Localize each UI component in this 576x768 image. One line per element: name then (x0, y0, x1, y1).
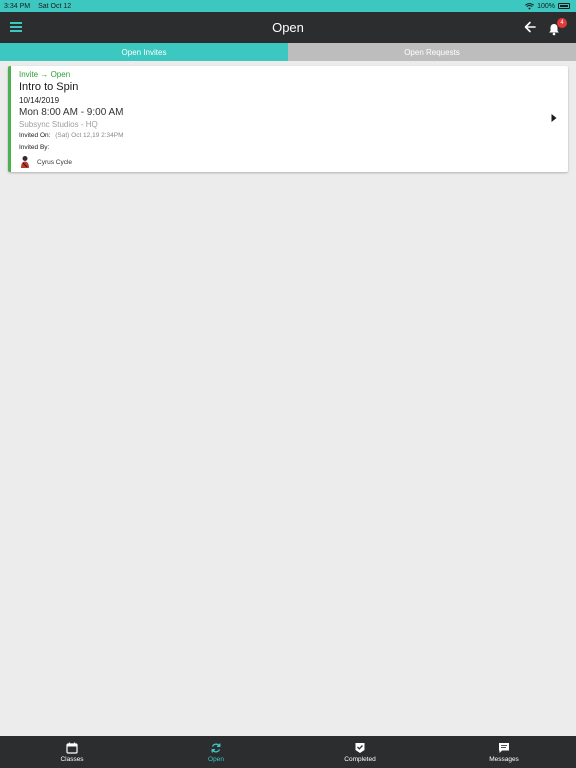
app-header: Open 4 (0, 12, 576, 43)
nav-open[interactable]: Open (144, 736, 288, 768)
invite-card[interactable]: Invite → Open Intro to Spin 10/14/2019 M… (8, 66, 568, 172)
invited-on-row: Invited On: (Sat) Oct 12,19 2:34PM (19, 130, 560, 141)
tab-bar: Open Invites Open Requests (0, 43, 576, 61)
class-time: Mon 8:00 AM - 9:00 AM (19, 107, 124, 118)
status-bar: 3:34 PM Sat Oct 12 100% (0, 0, 576, 12)
class-title: Intro to Spin (19, 81, 79, 93)
inviter-row: Cyrus Cycle (19, 155, 560, 169)
calendar-icon (66, 742, 78, 754)
status-left: 3:34 PM Sat Oct 12 (4, 3, 71, 10)
status-date: Sat Oct 12 (38, 2, 72, 10)
tab-open-invites[interactable]: Open Invites (0, 43, 288, 61)
notification-badge: 4 (557, 18, 567, 28)
refresh-icon (211, 743, 221, 752)
class-location: Subsync Studios - HQ (19, 120, 98, 129)
nav-completed-label: Completed (344, 755, 376, 763)
nav-messages[interactable]: Messages (432, 736, 576, 768)
tab-open-requests[interactable]: Open Requests (288, 43, 576, 61)
nav-messages-label: Messages (489, 755, 519, 763)
avatar (21, 156, 29, 168)
status-time: 3:34 PM (4, 2, 31, 10)
nav-open-label: Open (208, 755, 224, 763)
back-arrow-icon[interactable] (523, 20, 537, 34)
page-title: Open (272, 20, 304, 35)
notifications-button[interactable]: 4 (546, 18, 568, 38)
wifi-icon (525, 2, 535, 10)
nav-classes[interactable]: Classes (0, 736, 144, 768)
nav-classes-label: Classes (60, 755, 84, 763)
invited-on-value: (Sat) Oct 12,19 2:34PM (55, 132, 124, 139)
bottom-nav: Classes Open Completed Messages (0, 736, 576, 768)
invited-on-label: Invited On: (19, 132, 51, 139)
battery-percent: 100% (537, 2, 555, 10)
checkmark-badge-icon (355, 742, 365, 753)
inviter-name: Cyrus Cycle (37, 158, 73, 166)
invited-by-label: Invited By: (19, 144, 50, 151)
battery-icon (558, 3, 570, 9)
class-date: 10/14/2019 (19, 96, 60, 105)
status-right: 100% (525, 3, 570, 10)
chevron-right-icon[interactable] (550, 113, 558, 123)
hamburger-menu-icon[interactable] (10, 22, 22, 32)
chat-icon (499, 742, 509, 753)
nav-completed[interactable]: Completed (288, 736, 432, 768)
invite-status: Invite → Open (19, 70, 71, 79)
